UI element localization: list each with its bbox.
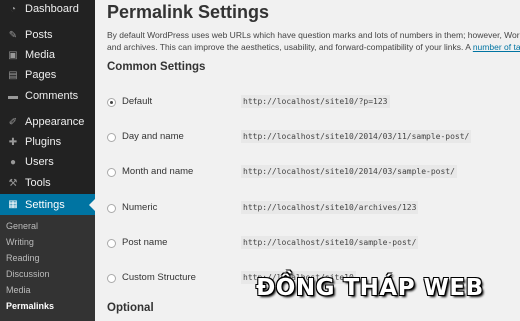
main-content: Permalink Settings By default WordPress … [95, 0, 520, 321]
example-url: http://localhost/site10/2014/03/11/sampl… [241, 130, 472, 143]
menu-label: Pages [25, 69, 57, 81]
menu-label: Settings [25, 198, 65, 211]
submenu-writing[interactable]: Writing [6, 237, 34, 247]
option-label[interactable]: Default [122, 96, 152, 107]
permalink-option-month-name[interactable]: Month and name http://localhost/site10/2… [107, 165, 517, 182]
submenu-reading[interactable]: Reading [6, 253, 40, 263]
permalink-option-default[interactable]: Default http://localhost/site10/?p=123 [107, 95, 517, 112]
comments-icon: ▬ [8, 90, 18, 102]
menu-item-dashboard[interactable]: ◔ Dashboard [0, 0, 95, 18]
example-url: http://localhost/site10/sample-post/ [241, 236, 419, 249]
option-label[interactable]: Custom Structure [122, 272, 196, 283]
menu-item-appearance[interactable]: ✐ Appearance [0, 113, 95, 131]
common-settings-heading: Common Settings [107, 61, 206, 73]
menu-label: Tools [25, 177, 51, 189]
optional-heading: Optional [107, 302, 154, 314]
menu-item-pages[interactable]: ▤ Pages [0, 66, 95, 84]
option-label[interactable]: Numeric [122, 202, 157, 213]
dashboard-icon: ◔ [9, 3, 17, 15]
menu-label: Appearance [25, 116, 85, 128]
submenu-discussion[interactable]: Discussion [6, 269, 50, 279]
menu-label: Comments [25, 90, 79, 102]
radio-button[interactable] [107, 239, 116, 248]
watermark-text: ĐỒNG THÁP WEB [256, 275, 484, 301]
description-line-1: By default WordPress uses web URLs which… [107, 30, 520, 40]
menu-label: Media [25, 49, 55, 61]
radio-button[interactable] [107, 168, 116, 177]
plugins-icon: ✚ [8, 136, 18, 148]
menu-label: Dashboard [25, 3, 79, 15]
permalink-option-numeric[interactable]: Numeric http://localhost/site10/archives… [107, 201, 517, 218]
example-url: http://localhost/site10/2014/03/sample-p… [241, 165, 457, 178]
menu-item-media[interactable]: ▣ Media [0, 46, 95, 64]
page-description: By default WordPress uses web URLs which… [107, 29, 520, 53]
radio-button[interactable] [107, 274, 116, 283]
permalink-option-post-name[interactable]: Post name http://localhost/site10/sample… [107, 236, 517, 253]
submenu-general[interactable]: General [6, 221, 38, 231]
option-label[interactable]: Month and name [122, 166, 193, 177]
radio-button[interactable] [107, 204, 116, 213]
example-url: http://localhost/site10/archives/123 [241, 201, 419, 214]
description-line-2-text: and archives. This can improve the aesth… [107, 42, 473, 52]
admin-sidebar: ◔ Dashboard ✎ Posts ▣ Media ▤ Pages ▬ Co… [0, 0, 95, 321]
menu-item-plugins[interactable]: ✚ Plugins [0, 133, 95, 151]
appearance-icon: ✐ [8, 116, 18, 128]
media-icon: ▣ [8, 49, 18, 61]
submenu-permalinks[interactable]: Permalinks [6, 301, 54, 311]
menu-label: Plugins [25, 136, 62, 148]
description-line-2: and archives. This can improve the aesth… [107, 41, 520, 53]
option-label[interactable]: Post name [122, 237, 167, 248]
radio-button[interactable] [107, 98, 116, 107]
users-icon: ● [9, 156, 17, 168]
settings-icon: ▦ [8, 199, 18, 210]
menu-item-users[interactable]: ● Users [0, 153, 95, 171]
posts-icon: ✎ [8, 29, 18, 41]
menu-item-tools[interactable]: ⚒ Tools [0, 174, 95, 192]
menu-item-comments[interactable]: ▬ Comments [0, 87, 95, 105]
option-label[interactable]: Day and name [122, 131, 184, 142]
settings-submenu: General Writing Reading Discussion Media… [0, 215, 95, 321]
page-title: Permalink Settings [107, 2, 270, 22]
menu-item-posts[interactable]: ✎ Posts [0, 26, 95, 44]
pages-icon: ▤ [8, 69, 18, 81]
submenu-media[interactable]: Media [6, 285, 31, 295]
tags-link[interactable]: number of tags are [473, 42, 520, 52]
menu-label: Users [25, 156, 54, 168]
menu-label: Posts [25, 29, 53, 41]
radio-button[interactable] [107, 133, 116, 142]
example-url: http://localhost/site10/?p=123 [241, 95, 390, 108]
permalink-option-day-name[interactable]: Day and name http://localhost/site10/201… [107, 130, 517, 147]
menu-item-settings[interactable]: ▦ Settings [0, 194, 95, 215]
tools-icon: ⚒ [8, 177, 18, 189]
